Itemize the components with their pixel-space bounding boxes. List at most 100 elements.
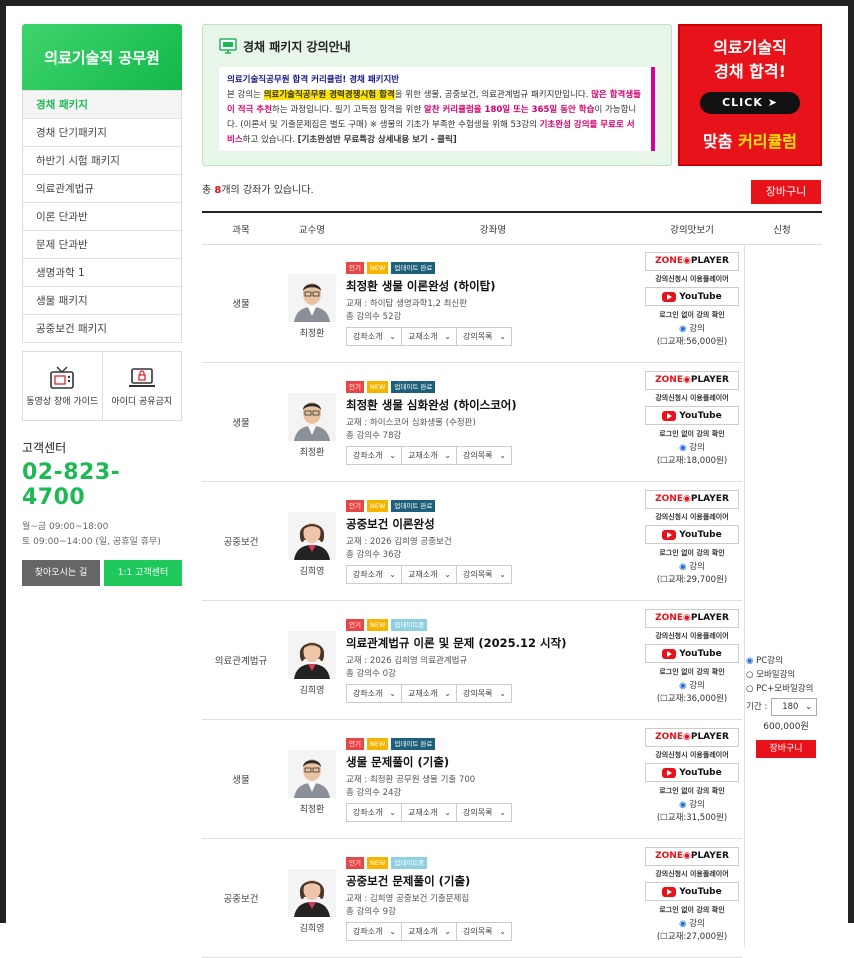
cs-title: 고객센터 <box>22 441 67 455</box>
radio-icon: ○ <box>746 684 754 694</box>
course-intro-select[interactable]: 강좌소개 ⌄ <box>346 327 402 346</box>
book-option[interactable]: (☐교재:29,700원) <box>642 573 742 585</box>
option-both[interactable]: ○ PC+모바일강의 <box>746 682 826 696</box>
sidebar-title[interactable]: 의료기술직 공무원 <box>22 24 182 90</box>
lecture-list-select[interactable]: 강의목록 ⌄ <box>456 922 512 941</box>
course-title[interactable]: 생물 문제풀이 (기출) <box>346 754 636 770</box>
book-option[interactable]: (☐교재:36,000원) <box>642 692 742 704</box>
course-textbook: 교재 : 하이스코어 심화생물 (수정판) <box>346 418 476 428</box>
course-title[interactable]: 공중보건 이론완성 <box>346 516 636 532</box>
radio-checked-icon: ◉ <box>679 919 687 929</box>
select-label: 교재소개 <box>408 451 438 460</box>
radio-checked-icon: ◉ <box>746 656 754 666</box>
notice-text-part: 본 강의는 <box>227 90 264 100</box>
chevron-down-icon: ⌄ <box>444 808 451 817</box>
total-price: 600,000원 <box>763 722 809 732</box>
promo-banner[interactable]: 의료기술직 경채 합격! CLICK ➤ 맞춤 커리큘럼 <box>678 24 822 166</box>
lecture-list-select[interactable]: 강의목록 ⌄ <box>456 684 512 703</box>
option-mobile[interactable]: ○ 모바일강의 <box>746 668 826 682</box>
course-title[interactable]: 공중보건 문제풀이 (기출) <box>346 873 636 889</box>
sidebar-item-theory[interactable]: 이론 단과반 <box>23 202 181 230</box>
notice-emphasis: 알찬 커리큘럼을 180일 또는 365일 동안 학습 <box>423 105 595 115</box>
course-title[interactable]: 의료관계법규 이론 및 문제 (2025.12 시작) <box>346 635 636 651</box>
youtube-button[interactable]: YouTube <box>645 763 739 782</box>
lecture-option[interactable]: ◉ 강의 <box>642 441 742 453</box>
cart-button[interactable]: 장바구니 <box>756 740 816 758</box>
cart-button-top[interactable]: 장바구니 <box>751 180 821 204</box>
course-meta: 교재 : 2026 김희영 의료관계법규 총 강의수 0강 <box>346 655 636 681</box>
tag-hot: 인기 <box>346 619 364 631</box>
lecture-list-select[interactable]: 강의목록 ⌄ <box>456 446 512 465</box>
course-professor: 김희영 <box>280 482 344 600</box>
sidebar-item-short-package[interactable]: 경채 단기패키지 <box>23 118 181 146</box>
option-pc[interactable]: ◉ PC강의 <box>746 654 826 668</box>
youtube-button[interactable]: YouTube <box>645 644 739 663</box>
sidebar-item-public-health-package[interactable]: 공중보건 패키지 <box>23 314 181 342</box>
zone-player-button[interactable]: ZONE◉PLAYER <box>645 252 739 271</box>
video-guide-button[interactable]: 동영상 장애 가이드 <box>23 352 102 420</box>
textbook-intro-select[interactable]: 교재소개 ⌄ <box>401 922 457 941</box>
lecture-list-select[interactable]: 강의목록 ⌄ <box>456 327 512 346</box>
sidebar-item-medical-law[interactable]: 의료관계법규 <box>23 174 181 202</box>
sidebar-item-problem[interactable]: 문제 단과반 <box>23 230 181 258</box>
zone-player-button[interactable]: ZONE◉PLAYER <box>645 371 739 390</box>
id-share-button[interactable]: 아이디 공유금지 <box>101 352 182 420</box>
youtube-label: YouTube <box>679 886 722 897</box>
course-intro-select[interactable]: 강좌소개 ⌄ <box>346 803 402 822</box>
sidebar-item-biology-package[interactable]: 생물 패키지 <box>23 286 181 314</box>
sidebar-item-package[interactable]: 경채 패키지 <box>23 90 181 118</box>
youtube-button[interactable]: YouTube <box>645 406 739 425</box>
textbook-intro-select[interactable]: 교재소개 ⌄ <box>401 446 457 465</box>
select-label: 강의목록 <box>463 332 493 341</box>
zone-player-button[interactable]: ZONE◉PLAYER <box>645 847 739 866</box>
textbook-intro-select[interactable]: 교재소개 ⌄ <box>401 327 457 346</box>
professor-avatar <box>288 274 336 322</box>
directions-button[interactable]: 찾아오시는 길 <box>22 560 100 586</box>
zone-player-button[interactable]: ZONE◉PLAYER <box>645 728 739 747</box>
course-textbook: 교재 : 김희영 공중보건 기출문제집 <box>346 894 470 904</box>
book-price: 교재:36,000원 <box>667 694 724 704</box>
youtube-button[interactable]: YouTube <box>645 525 739 544</box>
player-text: PLAYER <box>690 613 729 623</box>
youtube-button[interactable]: YouTube <box>645 882 739 901</box>
book-option[interactable]: (☐교재:31,500원) <box>642 811 742 823</box>
cs-phone: 02-823-4700 <box>22 460 121 510</box>
textbook-intro-select[interactable]: 교재소개 ⌄ <box>401 565 457 584</box>
select-label: 강좌소개 <box>353 808 383 817</box>
lecture-option[interactable]: ◉ 강의 <box>642 560 742 572</box>
textbook-intro-select[interactable]: 교재소개 ⌄ <box>401 803 457 822</box>
lecture-option[interactable]: ◉ 강의 <box>642 798 742 810</box>
lecture-option[interactable]: ◉ 강의 <box>642 917 742 929</box>
book-option[interactable]: (☐교재:27,000원) <box>642 930 742 942</box>
zone-player-button[interactable]: ZONE◉PLAYER <box>645 609 739 628</box>
tag-new: NEW <box>366 381 389 393</box>
tag-hot: 인기 <box>346 500 364 512</box>
course-preview: ZONE◉PLAYER 강의신청시 이용플레이어 YouTube 로그인 없이 … <box>642 371 742 466</box>
period-select[interactable]: 180 ⌄ <box>771 698 818 716</box>
book-option[interactable]: (☐교재:18,000원) <box>642 454 742 466</box>
book-option[interactable]: (☐교재:56,000원) <box>642 335 742 347</box>
lecture-option[interactable]: ◉ 강의 <box>642 322 742 334</box>
course-meta: 교재 : 김희영 공중보건 기출문제집 총 강의수 9강 <box>346 893 636 919</box>
free-lecture-link[interactable]: [기초완성반 무료특강 상세내용 보기 - 클릭] <box>298 135 457 145</box>
professor-avatar <box>288 393 336 441</box>
sidebar-item-life-science[interactable]: 생명과학 1 <box>23 258 181 286</box>
course-professor: 최정환 <box>280 244 344 362</box>
course-title[interactable]: 최정환 생물 이론완성 (하이탑) <box>346 278 636 294</box>
course-intro-select[interactable]: 강좌소개 ⌄ <box>346 565 402 584</box>
cs-hours-weekday: 월~금 09:00~18:00 <box>22 522 109 532</box>
course-title[interactable]: 최정환 생물 심화완성 (하이스코어) <box>346 397 636 413</box>
course-intro-select[interactable]: 강좌소개 ⌄ <box>346 446 402 465</box>
course-intro-select[interactable]: 강좌소개 ⌄ <box>346 922 402 941</box>
support-button[interactable]: 1:1 고객센터 <box>104 560 182 586</box>
lecture-list-select[interactable]: 강의목록 ⌄ <box>456 565 512 584</box>
textbook-intro-select[interactable]: 교재소개 ⌄ <box>401 684 457 703</box>
sidebar-item-second-half[interactable]: 하반기 시험 패키지 <box>23 146 181 174</box>
lecture-option[interactable]: ◉ 강의 <box>642 679 742 691</box>
youtube-button[interactable]: YouTube <box>645 287 739 306</box>
zone-player-button[interactable]: ZONE◉PLAYER <box>645 490 739 509</box>
lecture-list-select[interactable]: 강의목록 ⌄ <box>456 803 512 822</box>
course-professor: 최정환 <box>280 363 344 481</box>
course-intro-select[interactable]: 강좌소개 ⌄ <box>346 684 402 703</box>
course-info: 인기 NEW 업데이트 완료 생물 문제풀이 (기출) 교재 : 최정환 공무원… <box>346 738 636 822</box>
